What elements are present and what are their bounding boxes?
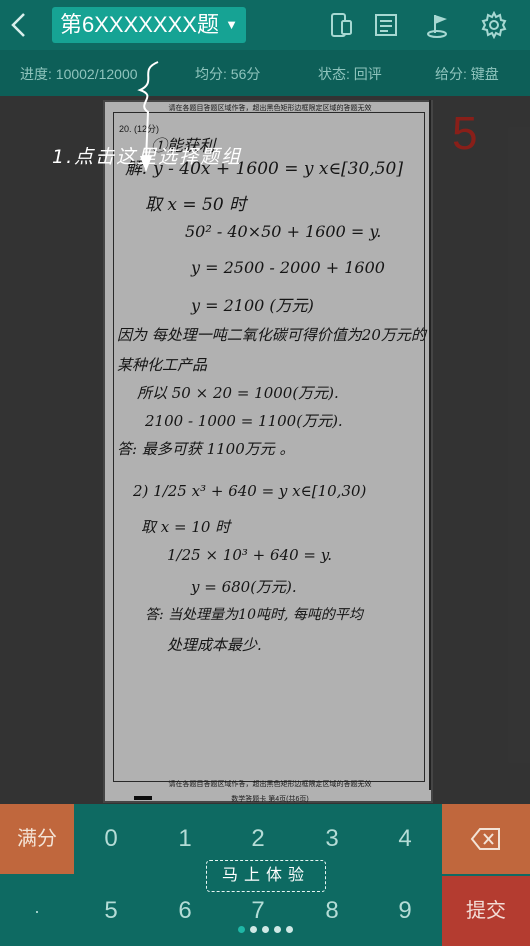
digit-key-9[interactable]: 9 (368, 876, 442, 946)
question-group-selector[interactable]: 第6XXXXXXX题 ▼ (52, 7, 246, 43)
grading-screen: 第6XXXXXXX题 ▼ 进度: 10002/12000 均分: 56分 状态:… (0, 0, 530, 946)
chevron-left-icon[interactable] (8, 10, 30, 40)
digit-key-5[interactable]: 5 (74, 876, 148, 946)
answer-sheet-image: 请在各题目答题区域作答，超出黑色矩形边框限定区域的答题无效 20. (12分) … (103, 100, 433, 803)
handwriting-line: 取 x = 10 时 (141, 518, 231, 536)
handwriting-line: y = 2500 - 2000 + 1600 (191, 258, 385, 277)
score-display: 5 (452, 107, 478, 159)
try-now-button[interactable]: 马上体验 (206, 860, 326, 892)
page-dot (238, 926, 245, 933)
input-mode-text[interactable]: 给分: 键盘 (435, 64, 499, 84)
top-bar: 第6XXXXXXX题 ▼ (0, 0, 530, 50)
average-text: 均分: 56分 (195, 66, 261, 82)
page-dot (250, 926, 257, 933)
page-marker (134, 796, 152, 800)
handwriting-line: 因为 每处理一吨二氧化碳可得价值为20万元的 (117, 326, 426, 344)
handwriting-line: y = 2100 (万元) (191, 296, 314, 315)
answer-sheet-area[interactable]: 请在各题目答题区域作答，超出黑色矩形边框限定区域的答题无效 20. (12分) … (0, 96, 530, 804)
gear-icon[interactable] (480, 10, 508, 40)
bottom-notice: 请在各题目答题区域作答，超出黑色矩形边框限定区域的答题无效 (168, 780, 372, 788)
flag-icon[interactable] (425, 11, 453, 39)
handwriting-line: 取 x = 50 时 (145, 195, 247, 215)
handwriting-line: y = 680(万元). (191, 578, 297, 596)
page-dot (262, 926, 269, 933)
handwriting-line: 2) 1/25 x³ + 640 = y x∈[10,30) (133, 482, 367, 500)
progress-text: 进度: 10002/12000 (20, 66, 138, 82)
handwriting-line: 2100 - 1000 = 1100(万元). (145, 412, 343, 430)
decimal-button[interactable]: · (0, 876, 74, 946)
backspace-button[interactable] (442, 804, 530, 874)
status-text: 状态: 回评 (318, 66, 382, 82)
page-footer: 数学答题卡 第4页(共6页) (231, 796, 309, 803)
handwriting-line: 某种化工产品 (117, 356, 208, 374)
hint-text: 1.点击这里选择题组 (52, 146, 243, 168)
device-icon[interactable] (327, 11, 355, 39)
handwriting-line: 答: 当处理量为10吨时, 每吨的平均 (145, 607, 363, 623)
question-group-title: 第6XXXXXXX题 (60, 12, 219, 37)
digit-key-0[interactable]: 0 (74, 804, 148, 874)
submit-button[interactable]: 提交 (442, 876, 530, 946)
handwriting-line: 50² - 40×50 + 1600 = y. (185, 222, 382, 241)
caret-down-icon: ▼ (225, 17, 238, 32)
full-marks-button[interactable]: 满分 (0, 804, 74, 874)
handwriting-line: 所以 50 × 20 = 1000(万元). (137, 384, 339, 402)
page-indicator (238, 926, 298, 936)
digit-key-4[interactable]: 4 (368, 804, 442, 874)
stats-bar: 进度: 10002/12000 均分: 56分 状态: 回评 给分: 键盘 (0, 50, 530, 96)
handwriting-line: 答: 最多可获 1100万元 。 (117, 440, 295, 458)
document-icon[interactable] (372, 11, 400, 39)
handwriting-line: 处理成本最少. (167, 636, 262, 654)
page-dot (274, 926, 281, 933)
backspace-icon (470, 828, 500, 850)
divider (429, 100, 431, 790)
handwriting-line: 1/25 × 10³ + 640 = y. (167, 546, 332, 564)
page-dot (286, 926, 293, 933)
